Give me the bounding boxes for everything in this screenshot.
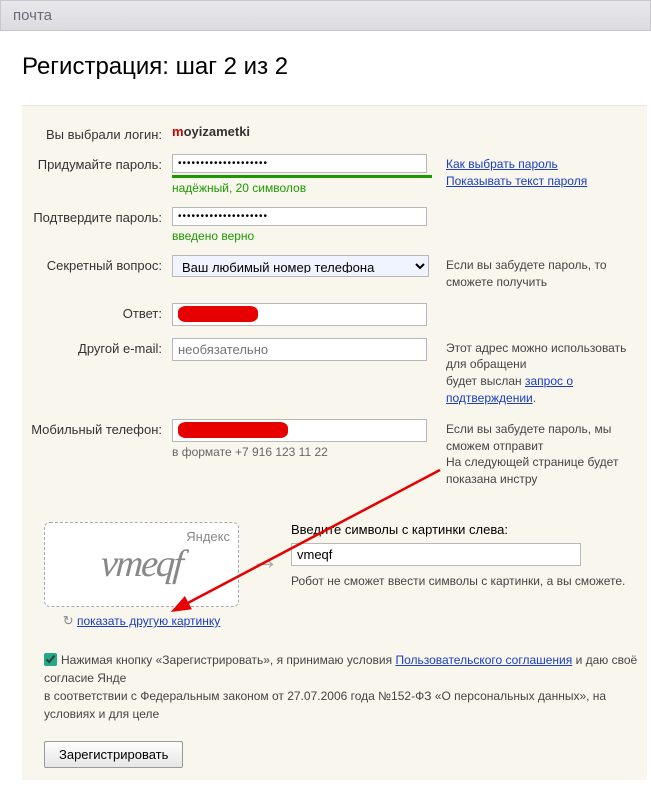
password-hints: Как выбрать пароль Показывать текст паро… xyxy=(432,154,587,190)
label-confirm: Подтвердите пароль: xyxy=(22,207,172,225)
phone-hint-line2: На следующей странице будет показана инс… xyxy=(446,455,618,486)
row-secret-question: Секретный вопрос: Ваш любимый номер теле… xyxy=(22,249,647,297)
login-value: moyizametki xyxy=(172,124,432,139)
phone-hint-line1: Если вы забудете пароль, мы сможем отпра… xyxy=(446,422,611,453)
agree-checkbox[interactable] xyxy=(44,653,57,666)
phone-hint: Если вы забудете пароль, мы сможем отпра… xyxy=(432,419,647,488)
login-rest: oyizametki xyxy=(184,124,250,139)
agree-text-before: Нажимая кнопку «Зарегистрировать», я при… xyxy=(61,653,395,667)
confirm-input[interactable] xyxy=(172,207,427,226)
row-other-email: Другой e-mail: Этот адрес можно использо… xyxy=(22,332,647,413)
captcha-label: Введите символы с картинки слева: xyxy=(291,522,647,537)
page-title: Регистрация: шаг 2 из 2 xyxy=(22,53,647,81)
password-field-col: надёжный, 20 символов xyxy=(172,154,432,195)
other-email-hint-prefix: будет выслан xyxy=(446,374,525,388)
label-other-email: Другой e-mail: xyxy=(22,338,172,356)
submit-section: Зарегистрировать xyxy=(22,741,647,768)
other-email-hint-suffix: . xyxy=(533,391,536,405)
captcha-input[interactable] xyxy=(291,543,581,566)
password-strength-bar xyxy=(172,175,432,178)
topbar-title: почта xyxy=(13,7,52,24)
captcha-input-col: Введите символы с картинки слева: Робот … xyxy=(291,522,647,629)
agree-section: Нажимая кнопку «Зарегистрировать», я при… xyxy=(22,651,647,723)
show-password-link[interactable]: Показывать текст пароля xyxy=(446,174,587,188)
captcha-section: Яндекс vmeqf ↻ показать другую картинку … xyxy=(22,508,647,629)
captcha-refresh-link[interactable]: показать другую картинку xyxy=(77,614,220,628)
other-email-hint: Этот адрес можно использовать для обраще… xyxy=(432,338,647,407)
captcha-refresh: ↻ показать другую картинку xyxy=(44,613,239,629)
confirm-ok-text: введено верно xyxy=(172,229,432,243)
captcha-brand: Яндекс xyxy=(186,529,230,544)
other-email-input[interactable] xyxy=(172,338,427,361)
answer-redaction xyxy=(172,303,432,326)
row-password: Придумайте пароль: надёжный, 20 символов… xyxy=(22,148,647,201)
secret-question-hint: Если вы забудете пароль, то сможете полу… xyxy=(432,255,647,291)
phone-format-hint: в формате +7 916 123 11 22 xyxy=(172,445,432,459)
row-confirm: Подтвердите пароль: введено верно xyxy=(22,201,647,249)
captcha-hint: Робот не сможет ввести символы с картинк… xyxy=(291,574,647,588)
captcha-image: Яндекс vmeqf xyxy=(44,522,239,607)
choose-password-link[interactable]: Как выбрать пароль xyxy=(446,157,558,171)
row-answer: Ответ: xyxy=(22,297,647,332)
phone-field-col: в формате +7 916 123 11 22 xyxy=(172,419,432,459)
phone-redaction xyxy=(172,419,432,442)
password-strength-text: надёжный, 20 символов xyxy=(172,181,432,195)
row-login: Вы выбрали логин: moyizametki xyxy=(22,118,647,148)
secret-question-select[interactable]: Ваш любимый номер телефона xyxy=(172,255,429,277)
register-button[interactable]: Зарегистрировать xyxy=(44,741,183,768)
answer-input[interactable] xyxy=(172,303,427,326)
label-password: Придумайте пароль: xyxy=(22,154,172,172)
answer-field-col xyxy=(172,303,432,326)
label-secret-question: Секретный вопрос: xyxy=(22,255,172,273)
phone-input[interactable] xyxy=(172,419,427,442)
form-area: Вы выбрали логин: moyizametki Придумайте… xyxy=(22,105,647,780)
user-agreement-link[interactable]: Пользовательского соглашения xyxy=(395,653,572,667)
login-first-letter: m xyxy=(172,124,184,139)
secret-question-field-col: Ваш любимый номер телефона xyxy=(172,255,432,277)
other-email-field-col xyxy=(172,338,432,361)
label-answer: Ответ: xyxy=(22,303,172,321)
agree-line2: в соответствии с Федеральным законом от … xyxy=(44,689,606,721)
row-phone: Мобильный телефон: в формате +7 916 123 … xyxy=(22,413,647,494)
password-input[interactable] xyxy=(172,154,427,173)
other-email-hint-line1: Этот адрес можно использовать для обраще… xyxy=(446,341,626,372)
confirm-field-col: введено верно xyxy=(172,207,432,243)
captcha-image-col: Яндекс vmeqf ↻ показать другую картинку xyxy=(44,522,239,629)
arrow-icon: → xyxy=(251,544,279,606)
content: Регистрация: шаг 2 из 2 Вы выбрали логин… xyxy=(0,31,651,800)
label-phone: Мобильный телефон: xyxy=(22,419,172,437)
captcha-distorted-text: vmeqf xyxy=(100,545,183,583)
label-login: Вы выбрали логин: xyxy=(22,124,172,142)
refresh-icon: ↻ xyxy=(63,613,74,628)
topbar: почта xyxy=(0,0,651,31)
